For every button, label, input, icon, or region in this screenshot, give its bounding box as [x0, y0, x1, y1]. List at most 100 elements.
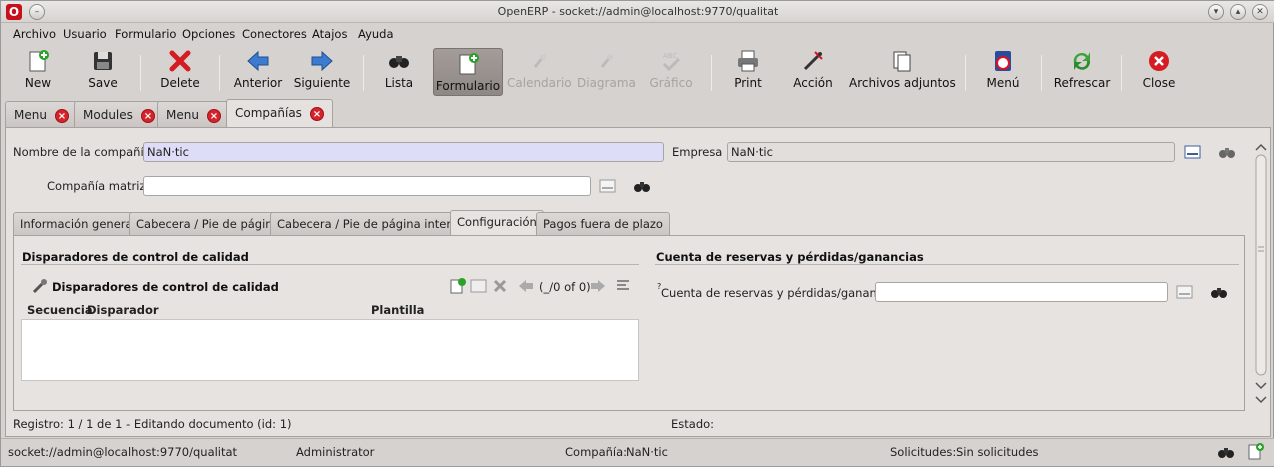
window-title: OpenERP - socket://admin@localhost:9770/… — [497, 5, 779, 18]
next-line-icon[interactable] — [589, 278, 607, 294]
reserve-account-section-title: Cuenta de reservas y pérdidas/ganancias — [656, 250, 924, 264]
reserve-account-label: Cuenta de reservas y pérdidas/ganancias … — [661, 286, 907, 300]
maximize-icon[interactable]: ▴ — [1230, 4, 1246, 20]
empresa-label: Empresa : — [672, 145, 730, 159]
next-button[interactable]: Siguiente — [293, 49, 351, 97]
svg-text:ABC: ABC — [663, 52, 677, 60]
column-plantilla[interactable]: Plantilla — [371, 303, 424, 317]
grid-header: Secuencia Disparador Plantilla — [21, 301, 639, 319]
menu-bar: Archivo Usuario Formulario Opciones Cone… — [1, 24, 1274, 44]
toolbar: New Save Delete Anterior Siguiente Lista… — [1, 45, 1274, 99]
menu-formulario[interactable]: Formulario — [115, 27, 176, 41]
toolbar-separator — [1041, 55, 1042, 91]
section-divider — [21, 264, 639, 265]
quality-triggers-grid-title: Disparadores de control de calidad — [52, 280, 279, 294]
quality-triggers-section-title: Disparadores de control de calidad — [22, 250, 249, 264]
tab-configuracion[interactable]: Configuración — [450, 210, 544, 236]
form-view-button[interactable]: Formulario — [433, 48, 503, 96]
close-tab-icon[interactable]: × — [140, 108, 155, 123]
close-button[interactable]: Close — [1139, 49, 1179, 97]
pin-icon — [594, 49, 618, 73]
company-name-field[interactable]: NaN·tic — [143, 142, 664, 162]
switch-view-icon[interactable] — [614, 278, 632, 294]
estado-label: Estado: — [671, 417, 715, 431]
menu-atajos[interactable]: Atajos — [312, 27, 347, 41]
arrow-right-icon — [310, 49, 334, 73]
list-view-button[interactable]: Lista — [381, 49, 417, 97]
current-user: Administrator — [296, 445, 375, 459]
menu-archivo[interactable]: Archivo — [13, 27, 56, 41]
menu-ayuda[interactable]: Ayuda — [358, 27, 394, 41]
new-line-icon[interactable] — [449, 278, 467, 294]
toolbar-separator — [965, 55, 966, 91]
grid-pager: (_/0 of 0) — [539, 280, 591, 294]
toolbar-separator — [1121, 55, 1122, 91]
search-binoculars-icon[interactable] — [1210, 284, 1228, 300]
print-button[interactable]: Print — [729, 49, 767, 97]
minimize-icon[interactable]: ▾ — [1208, 4, 1224, 20]
menu-button[interactable]: Menú — [985, 49, 1021, 97]
doc-tab-menu[interactable]: Menu × — [5, 101, 78, 127]
column-disparador[interactable]: Disparador — [87, 303, 159, 317]
record-status: Registro: 1 / 1 de 1 - Editando document… — [13, 417, 292, 431]
doc-tab-modules[interactable]: Modules × — [74, 101, 164, 127]
company-status-label: Compañía: — [565, 445, 628, 459]
refresh-button[interactable]: Refrescar — [1051, 49, 1113, 97]
doc-tab-companias[interactable]: Compañías × — [226, 99, 333, 127]
status-bar: socket://admin@localhost:9770/qualitat A… — [1, 438, 1274, 466]
company-name-label: Nombre de la compañía : — [13, 145, 159, 159]
vertical-scrollbar[interactable] — [1253, 141, 1269, 409]
open-record-icon[interactable] — [1176, 284, 1194, 300]
tab-cabecera-pie[interactable]: Cabecera / Pie de página — [129, 212, 287, 236]
graph-view-button[interactable]: ABC Gráfico — [647, 49, 695, 97]
new-button[interactable]: New — [18, 49, 58, 97]
quality-triggers-grid[interactable] — [21, 319, 639, 381]
attachments-button[interactable]: Archivos adjuntos — [849, 49, 956, 97]
previous-button[interactable]: Anterior — [231, 49, 285, 97]
close-tab-icon[interactable]: × — [206, 108, 221, 123]
calendar-view-button[interactable]: Calendario — [507, 49, 572, 97]
menu-usuario[interactable]: Usuario — [63, 27, 107, 41]
new-request-icon[interactable] — [1247, 442, 1265, 463]
toolbar-separator — [363, 55, 364, 91]
tab-pagos-fuera-de-plazo[interactable]: Pagos fuera de plazo — [536, 212, 670, 236]
menu-opciones[interactable]: Opciones — [182, 27, 235, 41]
edit-line-icon[interactable] — [470, 278, 488, 294]
column-secuencia[interactable]: Secuencia — [27, 303, 93, 317]
requests-value: Sin solicitudes — [956, 445, 1039, 459]
delete-button[interactable]: Delete — [156, 49, 204, 97]
delete-line-icon[interactable] — [491, 278, 509, 294]
action-button[interactable]: Acción — [791, 49, 835, 97]
close-window-icon[interactable]: ✕ — [1252, 4, 1268, 20]
search-binoculars-icon[interactable] — [633, 178, 651, 194]
action-gears-icon — [801, 49, 825, 73]
new-document-icon — [26, 49, 50, 73]
close-tab-icon[interactable]: × — [54, 108, 69, 123]
menu-book-icon — [991, 49, 1015, 73]
tab-informacion-general[interactable]: Información general — [13, 212, 143, 236]
search-binoculars-icon[interactable] — [1218, 144, 1236, 160]
printer-icon — [736, 49, 760, 73]
title-bar: O – OpenERP - socket://admin@localhost:9… — [1, 1, 1274, 23]
menu-conectores[interactable]: Conectores — [242, 27, 307, 41]
diagram-view-button[interactable]: Diagrama — [577, 49, 636, 97]
tab-cabecera-pie-interna[interactable]: Cabecera / Pie de página interna — [270, 212, 473, 236]
company-status-value: NaN·tic — [626, 445, 668, 459]
close-tab-icon[interactable]: × — [309, 106, 324, 121]
parent-company-label: Compañía matriz : — [47, 179, 154, 193]
toolbar-separator — [219, 55, 220, 91]
graph-check-icon: ABC — [659, 49, 683, 73]
parent-company-field[interactable] — [143, 176, 591, 196]
reserve-account-field[interactable] — [875, 282, 1168, 302]
save-button[interactable]: Save — [81, 49, 125, 97]
open-record-icon[interactable] — [599, 178, 617, 194]
wrench-icon — [31, 278, 49, 294]
open-record-icon[interactable] — [1184, 144, 1202, 160]
connection-info: socket://admin@localhost:9770/qualitat — [8, 445, 238, 459]
empresa-field[interactable]: NaN·tic — [727, 142, 1175, 162]
requests-label: Solicitudes: — [890, 445, 957, 459]
previous-line-icon[interactable] — [517, 278, 535, 294]
binoculars-icon — [387, 49, 411, 73]
search-requests-icon[interactable] — [1217, 444, 1235, 463]
doc-tab-menu-2[interactable]: Menu × — [157, 101, 230, 127]
